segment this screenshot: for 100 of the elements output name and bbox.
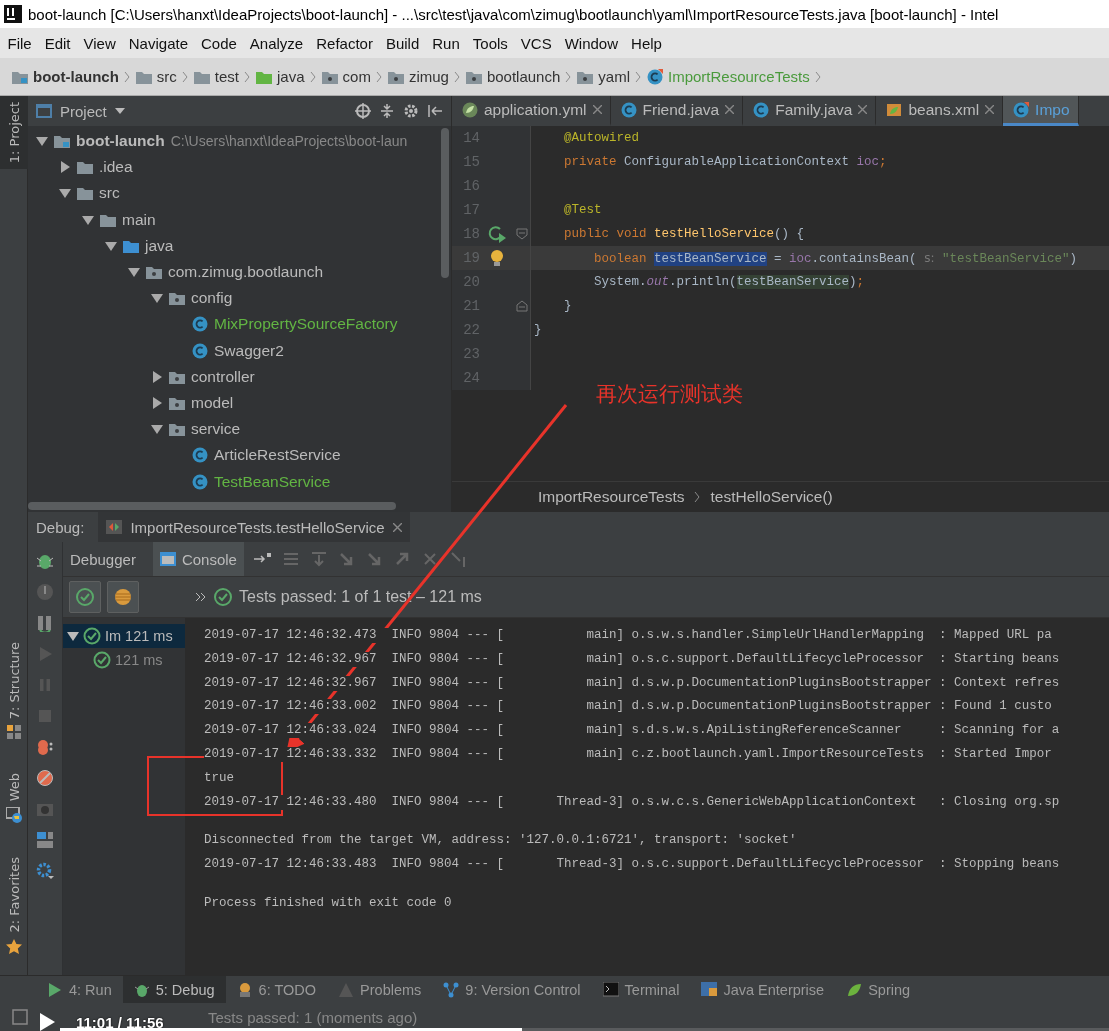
close-icon[interactable]	[592, 105, 602, 114]
breadcrumb-item[interactable]: test	[214, 68, 239, 85]
menu-item[interactable]: View	[77, 34, 123, 52]
crosshair-icon[interactable]	[355, 103, 371, 119]
editor-tab[interactable]: Family.java	[743, 96, 877, 126]
breadcrumb-item[interactable]: zimug	[408, 68, 449, 85]
tree-item[interactable]: src	[99, 184, 120, 203]
close-icon[interactable]	[392, 522, 402, 532]
scrollbar[interactable]	[441, 128, 449, 278]
breadcrumb-item[interactable]: yaml	[598, 68, 630, 85]
bug-icon[interactable]	[36, 552, 54, 570]
tool-window-button[interactable]: 2: Favorites	[0, 851, 28, 961]
video-progress-bar[interactable]	[60, 1028, 1109, 1031]
dropdown-caret-icon[interactable]	[114, 108, 125, 114]
menu-item[interactable]: Window	[558, 34, 625, 52]
tree-item[interactable]: boot-launch	[76, 132, 165, 151]
panel-toggle-icon[interactable]	[12, 1009, 28, 1025]
debug-session-tab[interactable]: ImportResourceTests.testHelloService	[98, 512, 410, 542]
tool-window-button[interactable]: Web	[0, 767, 28, 830]
tree-item[interactable]: Swagger2	[214, 341, 284, 360]
lines-icon[interactable]	[281, 551, 300, 567]
panel-title[interactable]: Project	[60, 102, 107, 120]
expanded-arrow-icon[interactable]	[151, 292, 163, 305]
tool-window-button[interactable]: 5: Debug	[122, 976, 226, 1003]
expanded-arrow-icon[interactable]	[36, 135, 48, 148]
pin-icon[interactable]	[253, 553, 272, 565]
breadcrumb-item[interactable]: boot-launch	[33, 68, 119, 85]
play-icon[interactable]	[38, 1013, 56, 1031]
close-icon[interactable]	[985, 105, 995, 114]
tree-item[interactable]: MixPropertySourceFactory	[214, 315, 398, 334]
gear-icon[interactable]	[36, 862, 54, 880]
drop-down-icon[interactable]	[309, 551, 328, 567]
test-name[interactable]: Im	[105, 628, 122, 644]
menu-item[interactable]: Run	[425, 34, 467, 52]
tree-item[interactable]: java	[145, 236, 174, 255]
menu-item[interactable]: Build	[379, 34, 426, 52]
tree-item[interactable]: TestBeanService	[214, 472, 331, 491]
show-passed-toggle[interactable]	[69, 581, 101, 613]
tool-window-button[interactable]: 1: Project	[0, 96, 28, 170]
tree-item[interactable]: config	[191, 289, 233, 308]
breadcrumb-item[interactable]: src	[156, 68, 177, 85]
tool-window-button[interactable]: Spring	[835, 976, 922, 1003]
breadcrumb-item[interactable]: testHelloService()	[710, 488, 833, 506]
scrollbar[interactable]	[28, 502, 396, 510]
collapsed-arrow-icon[interactable]	[59, 161, 71, 174]
expanded-arrow-icon[interactable]	[67, 630, 79, 642]
editor-tab[interactable]: Friend.java	[610, 96, 744, 126]
tool-window-button[interactable]: Terminal	[591, 976, 691, 1003]
tree-item[interactable]: controller	[191, 367, 255, 386]
breadcrumb-item[interactable]: java	[277, 68, 305, 85]
close-icon[interactable]	[858, 105, 868, 114]
tree-item[interactable]: ArticleRestService	[214, 446, 341, 465]
debug-tab[interactable]: Console	[152, 542, 244, 576]
mute-breakpoints-icon[interactable]	[36, 769, 54, 787]
chevron-double-icon[interactable]	[195, 592, 207, 602]
tree-item[interactable]: .idea	[99, 158, 133, 177]
lightbulb-icon[interactable]	[490, 249, 504, 267]
tool-window-button[interactable]: 7: Structure	[0, 635, 28, 746]
run-test-icon[interactable]	[487, 225, 507, 243]
breadcrumb-item[interactable]: ImportResourceTests	[538, 488, 685, 506]
breakpoint-icon[interactable]	[36, 583, 54, 601]
layout-icon[interactable]	[36, 831, 54, 849]
menu-item[interactable]: Analyze	[243, 34, 310, 52]
menu-item[interactable]: Refactor	[309, 34, 380, 52]
menu-item[interactable]: Tools	[466, 34, 515, 52]
expanded-arrow-icon[interactable]	[105, 239, 117, 252]
expanded-arrow-icon[interactable]	[59, 187, 71, 200]
tool-window-button[interactable]: Problems	[327, 976, 433, 1003]
tree-item[interactable]: com.zimug.bootlaunch	[168, 263, 324, 282]
show-ignored-toggle[interactable]	[107, 581, 139, 613]
cursor-icon[interactable]	[449, 551, 468, 567]
fold-icon[interactable]	[516, 300, 528, 312]
close-icon[interactable]	[725, 105, 735, 114]
breadcrumb-item[interactable]: bootlaunch	[486, 68, 561, 85]
menu-item[interactable]: VCS	[514, 34, 559, 52]
restore-layout-icon[interactable]	[36, 614, 54, 632]
breakpoints-icon[interactable]	[36, 738, 54, 756]
collapsed-arrow-icon[interactable]	[151, 396, 163, 409]
menu-item[interactable]: File	[1, 34, 39, 52]
tool-window-button[interactable]: 4: Run	[36, 976, 123, 1003]
tree-item[interactable]: service	[191, 420, 241, 439]
tree-item[interactable]: model	[191, 393, 234, 412]
breadcrumb-item[interactable]: com	[342, 68, 371, 85]
fold-icon[interactable]	[516, 228, 528, 240]
expanded-arrow-icon[interactable]	[82, 213, 94, 226]
tool-window-button[interactable]: Java Enterprise	[690, 976, 836, 1003]
debug-tab[interactable]: Debugger	[63, 542, 143, 576]
menu-item[interactable]: Code	[194, 34, 244, 52]
collapse-icon[interactable]	[379, 103, 395, 119]
expanded-arrow-icon[interactable]	[128, 266, 140, 279]
gear-icon[interactable]	[403, 103, 419, 119]
menu-item[interactable]: Edit	[38, 34, 78, 52]
expanded-arrow-icon[interactable]	[151, 423, 163, 436]
menu-item[interactable]: Navigate	[122, 34, 195, 52]
tool-window-button[interactable]: 9: Version Control	[432, 976, 592, 1003]
collapsed-arrow-icon[interactable]	[151, 370, 163, 383]
tool-window-button[interactable]: 6: TODO	[225, 976, 328, 1003]
tree-item[interactable]: main	[122, 210, 156, 229]
menu-item[interactable]: Help	[624, 34, 669, 52]
hide-panel-icon[interactable]	[427, 103, 443, 119]
